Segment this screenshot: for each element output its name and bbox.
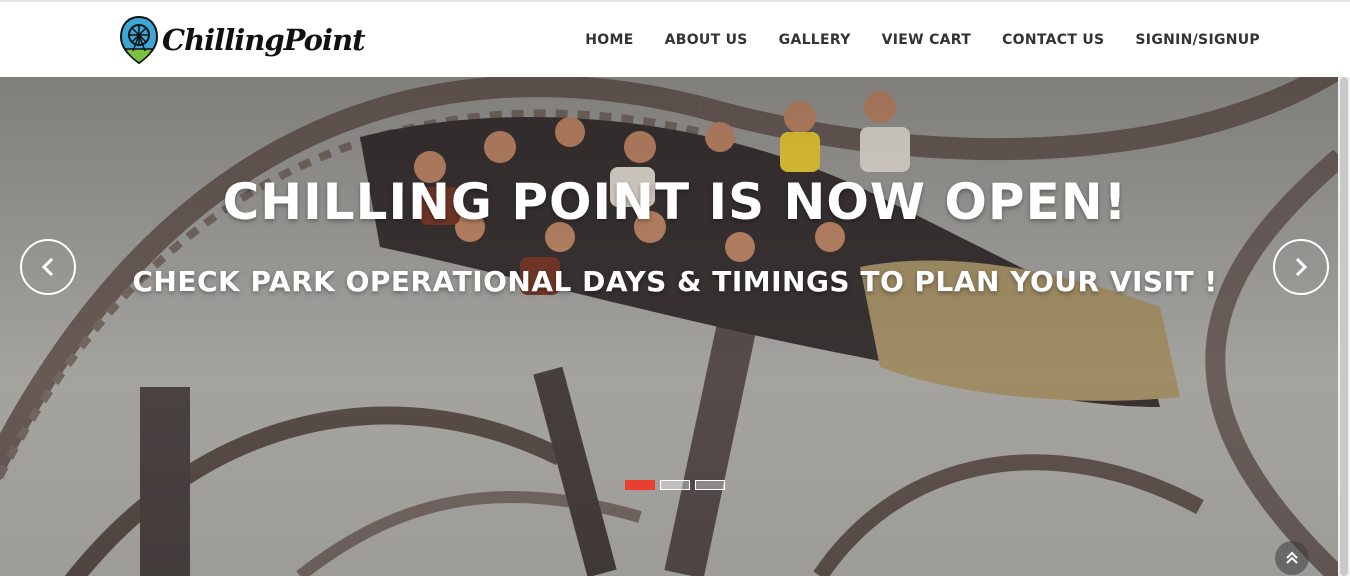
logo-wordmark: ChillingPoint (162, 23, 365, 57)
carousel-indicator-3[interactable] (695, 480, 725, 490)
carousel-indicator-1[interactable] (625, 480, 655, 490)
ferris-wheel-icon (120, 15, 158, 65)
carousel-indicators (625, 480, 725, 490)
double-chevron-up-icon (1286, 551, 1298, 564)
hero-title: CHILLING POINT IS NOW OPEN! (222, 173, 1128, 231)
page-scrollbar[interactable] (1338, 77, 1350, 576)
chevron-left-icon (41, 257, 54, 277)
site-logo[interactable]: ChillingPoint (120, 12, 365, 68)
scrollbar-thumb[interactable] (1340, 77, 1348, 576)
carousel-next-button[interactable] (1273, 239, 1329, 295)
nav-view-cart[interactable]: VIEW CART (882, 32, 971, 48)
nav-gallery[interactable]: GALLERY (779, 32, 851, 48)
nav-about-us[interactable]: ABOUT US (665, 32, 748, 48)
nav-signin-signup[interactable]: SIGNIN/SIGNUP (1135, 32, 1260, 48)
nav-contact-us[interactable]: CONTACT US (1002, 32, 1104, 48)
carousel-prev-button[interactable] (20, 239, 76, 295)
nav-home[interactable]: HOME (585, 32, 633, 48)
hero-subtitle: CHECK PARK OPERATIONAL DAYS & TIMINGS TO… (132, 265, 1218, 298)
back-to-top-button[interactable] (1275, 541, 1309, 575)
hero-background-image (0, 77, 1338, 576)
hero-carousel: CHILLING POINT IS NOW OPEN! CHECK PARK O… (0, 77, 1338, 576)
site-header: ChillingPoint HOME ABOUT US GALLERY VIEW… (0, 0, 1350, 77)
carousel-indicator-2[interactable] (660, 480, 690, 490)
main-nav: HOME ABOUT US GALLERY VIEW CART CONTACT … (585, 32, 1260, 48)
chevron-right-icon (1295, 257, 1308, 277)
